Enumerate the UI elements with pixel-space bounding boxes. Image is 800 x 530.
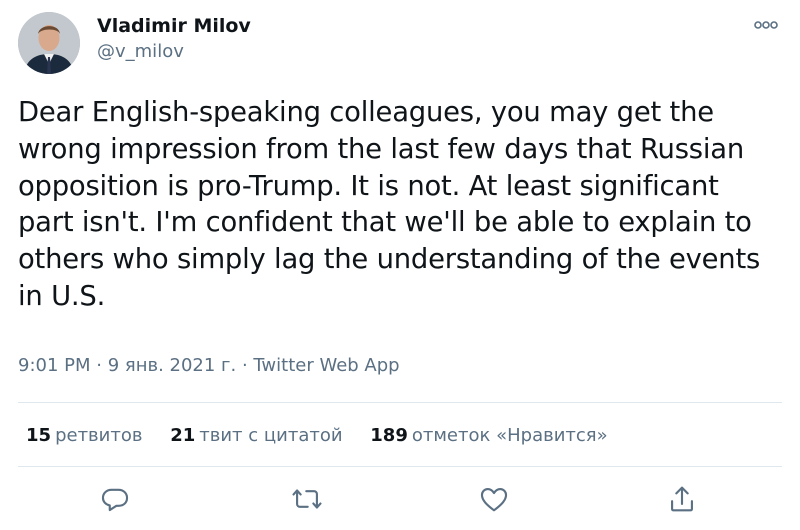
meta-separator: · (236, 355, 254, 376)
quotes-stat[interactable]: 21 твит с цитатой (170, 425, 342, 446)
tweet-stats: 15 ретвитов 21 твит с цитатой 189 отметок «… (26, 425, 630, 446)
tweet-line: others who simply lag the understanding … (18, 244, 761, 276)
tweet-text: Dear English-speaking colleagues, you ma… (18, 95, 788, 316)
tweet-actions (0, 482, 800, 518)
retweets-stat[interactable]: 15 ретвитов (26, 425, 142, 446)
meta-separator: · (90, 355, 108, 376)
tweet-line: part isn't. I'm confident that we'll be … (18, 207, 752, 239)
avatar[interactable] (18, 12, 80, 74)
likes-count: 189 (370, 425, 408, 446)
author-name[interactable]: Vladimir Milov (97, 15, 251, 37)
quotes-count: 21 (170, 425, 196, 446)
retweets-count: 15 (26, 425, 52, 446)
tweet-line: Dear English-speaking colleagues, you ma… (18, 97, 714, 128)
tweet-line: wrong impression from the last few days … (18, 133, 745, 165)
share-icon[interactable] (665, 482, 699, 516)
likes-stat[interactable]: 189 отметок «Нравится» (370, 425, 607, 446)
tweet-meta: 9:01 PM · 9 янв. 2021 г. · Twitter Web A… (18, 355, 400, 376)
divider (18, 402, 782, 403)
more-options-icon[interactable] (752, 16, 780, 34)
divider (18, 466, 782, 467)
reply-icon[interactable] (98, 482, 132, 516)
quotes-label: твит с цитатой (199, 425, 343, 446)
tweet-line: in U.S. (18, 280, 106, 312)
tweet-date[interactable]: 9 янв. 2021 г. (108, 355, 237, 376)
avatar-image (18, 12, 80, 74)
likes-label: отметок «Нравится» (411, 425, 608, 446)
tweet-source[interactable]: Twitter Web App (253, 355, 399, 376)
tweet-time[interactable]: 9:01 PM (18, 355, 91, 376)
tweet-line: opposition is pro-Trump. It is not. At l… (18, 170, 719, 202)
author-handle[interactable]: @v_milov (97, 41, 184, 62)
retweet-icon[interactable] (290, 482, 324, 516)
like-icon[interactable] (477, 482, 511, 516)
retweets-label: ретвитов (55, 425, 143, 446)
